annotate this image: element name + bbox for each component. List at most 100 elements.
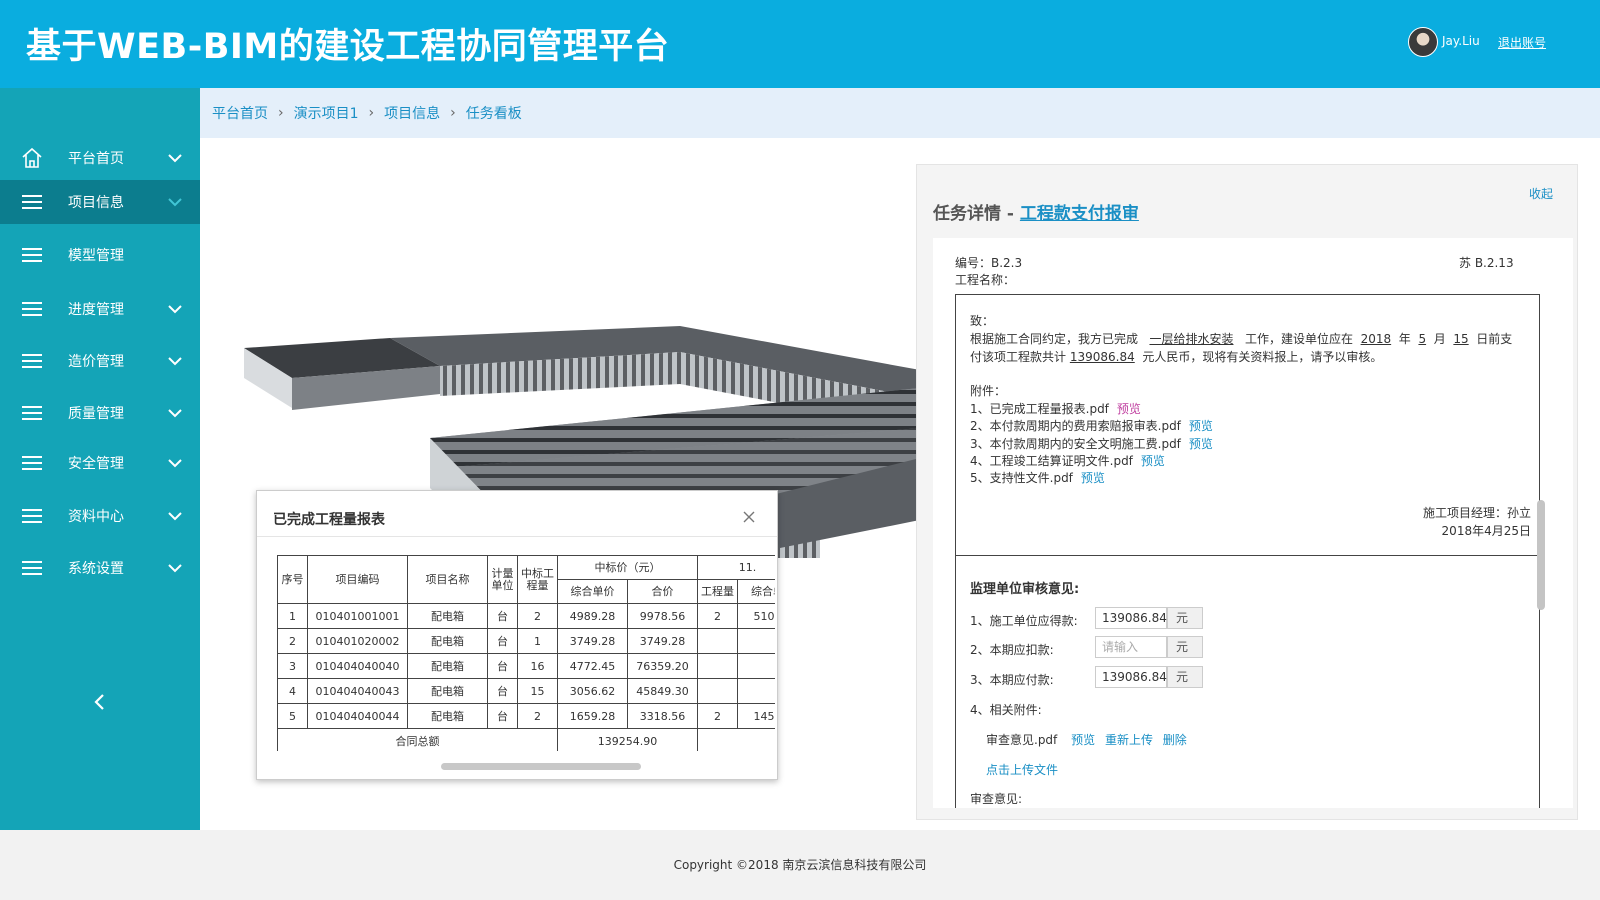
copyright: Copyright ©2018 南京云滨信息科技有限公司 (673, 858, 927, 872)
footer: Copyright ©2018 南京云滨信息科技有限公司 (0, 830, 1600, 900)
cell: 1 (277, 603, 308, 629)
top-header: 基于WEB-BIM的建设工程协同管理平台 Jay.Liu 退出账号 (0, 0, 1600, 88)
attachment-item: 4、工程竣工结算证明文件.pdf 预览 (970, 454, 1165, 468)
col-header: 序号 (277, 555, 308, 604)
reupload-link[interactable]: 重新上传 (1105, 733, 1153, 747)
chevron-left-icon[interactable] (88, 690, 112, 714)
menu-icon (20, 349, 44, 373)
preview-link[interactable]: 预览 (1071, 733, 1095, 747)
supervisor-review: 监理单位审核意见: 1、施工单位应得款: 139086.84 元 2、本期应扣款… (955, 556, 1540, 808)
total-value: 139254.90 (557, 728, 698, 751)
total-row: 合同总额 139254.90 139 (277, 728, 775, 751)
sidebar-item-label: 安全管理 (68, 456, 124, 472)
cell: 配电箱 (407, 628, 488, 654)
letter-line-1: 根据施工合同约定，我方已完成 一层给排水安装 工作，建设单位应在 2018 年 … (970, 332, 1513, 346)
table-row: 1 010401001001 配电箱 台 2 4989.28 9978.56 2… (277, 603, 775, 629)
quantity-table-scroll[interactable]: 序号 项目编码 项目名称 计量单位 中标工程量 中标价（元） 11. 综合单价 … (277, 555, 775, 751)
payment-form-document[interactable]: 编号：B.2.3 苏 B.2.13 工程名称： 致： 根据施工合同约定，我方已完… (933, 238, 1573, 808)
preview-link[interactable]: 预览 (1141, 454, 1165, 468)
col-header: 合价 (627, 579, 698, 604)
sidebar: 平台首页 项目信息 模型管理 进度管理 造价管理 质量管理 安全管理 资料中心 … (0, 88, 200, 830)
payable-input[interactable]: 139086.84 (1095, 666, 1167, 688)
letter-date: 2018年4月25日 (1441, 524, 1531, 538)
upload-file-link[interactable]: 点击上传文件 (986, 761, 1058, 778)
preview-link[interactable]: 预览 (1189, 419, 1213, 433)
menu-icon (20, 451, 44, 475)
cell: 3749.28 (627, 628, 698, 654)
cell: 010404040040 (307, 653, 408, 679)
cell: 010404040044 (307, 703, 408, 729)
sidebar-item-cost[interactable]: 造价管理 (0, 339, 200, 383)
sidebar-item-project-info[interactable]: 项目信息 (0, 180, 200, 224)
logout-link[interactable]: 退出账号 (1498, 34, 1546, 51)
table-row: 3 010404040040 配电箱 台 16 4772.45 76359.20 (277, 653, 775, 679)
sidebar-item-label: 造价管理 (68, 354, 124, 370)
preview-link[interactable]: 预览 (1081, 471, 1105, 485)
sidebar-item-label: 项目信息 (68, 195, 124, 211)
cell: 台 (487, 628, 518, 654)
sidebar-item-home[interactable]: 平台首页 (0, 136, 200, 180)
menu-icon (20, 504, 44, 528)
sidebar-item-safety[interactable]: 安全管理 (0, 441, 200, 485)
task-title-link[interactable]: 工程款支付报审 (1020, 204, 1139, 224)
horizontal-scrollbar[interactable] (441, 763, 641, 770)
contractor-due-input[interactable]: 139086.84 (1095, 607, 1167, 629)
breadcrumb-item[interactable]: 任务看板 (466, 103, 522, 123)
attachment-item: 2、本付款周期内的费用索赔报审表.pdf 预览 (970, 419, 1213, 433)
cell: 2 (517, 603, 558, 629)
cell: 010404040043 (307, 678, 408, 704)
chevron-right-icon: › (278, 105, 284, 121)
cell (737, 653, 775, 679)
unit-addon: 元 (1167, 607, 1203, 629)
cell (737, 678, 775, 704)
opinion-label: 审查意见: (970, 792, 1023, 806)
cell: 15 (517, 678, 558, 704)
close-icon[interactable] (741, 509, 757, 525)
letter-to: 致： (970, 314, 995, 328)
cell: 9978.56 (627, 603, 698, 629)
sidebar-item-model[interactable]: 模型管理 (0, 233, 200, 277)
sidebar-item-label: 模型管理 (68, 248, 124, 264)
review-label: 1、施工单位应得款: (970, 614, 1078, 628)
review-title: 监理单位审核意见: (970, 582, 1080, 597)
menu-icon (20, 243, 44, 267)
breadcrumb-item[interactable]: 演示项目1 (294, 103, 359, 123)
delete-link[interactable]: 删除 (1163, 733, 1187, 747)
sidebar-item-label: 平台首页 (68, 151, 124, 167)
sidebar-item-label: 进度管理 (68, 302, 124, 318)
col-header: 中标价（元） (557, 555, 698, 580)
preview-link[interactable]: 预览 (1117, 402, 1141, 416)
preview-link[interactable]: 预览 (1189, 437, 1213, 451)
sidebar-item-quality[interactable]: 质量管理 (0, 391, 200, 435)
collapse-link[interactable]: 收起 (1529, 185, 1553, 202)
deduction-input[interactable]: 请输入 (1095, 636, 1167, 658)
application-letter: 致： 根据施工合同约定，我方已完成 一层给排水安装 工作，建设单位应在 2018… (955, 294, 1540, 556)
amount: 139086.84 (1069, 350, 1135, 364)
attachments-label: 附件： (970, 384, 1007, 398)
user-avatar[interactable] (1408, 27, 1438, 57)
sidebar-item-label: 系统设置 (68, 561, 124, 577)
table-row: 4 010404040043 配电箱 台 15 3056.62 45849.30 (277, 678, 775, 704)
attachments-label: 4、相关附件: (970, 703, 1042, 717)
cell (697, 628, 738, 654)
breadcrumb-item[interactable]: 平台首页 (212, 103, 268, 123)
chevron-down-icon (168, 154, 182, 163)
letter-line-2: 付该项工程款共计 139086.84 元人民币，现将有关资料报上，请予以审核。 (970, 350, 1383, 364)
breadcrumb-item[interactable]: 项目信息 (384, 103, 440, 123)
col-header: 11. (697, 555, 775, 580)
sidebar-item-documents[interactable]: 资料中心 (0, 494, 200, 538)
chevron-down-icon (168, 459, 182, 468)
sidebar-item-schedule[interactable]: 进度管理 (0, 287, 200, 331)
col-header: 综合单 (737, 579, 775, 604)
sidebar-item-settings[interactable]: 系统设置 (0, 546, 200, 590)
unit-addon: 元 (1167, 636, 1203, 658)
menu-icon (20, 401, 44, 425)
cell: 配电箱 (407, 703, 488, 729)
cell: 配电箱 (407, 653, 488, 679)
cell: 5 (277, 703, 308, 729)
attachment-item: 3、本付款周期内的安全文明施工费.pdf 预览 (970, 437, 1213, 451)
vertical-scrollbar[interactable] (1537, 500, 1545, 610)
quantity-table: 序号 项目编码 项目名称 计量单位 中标工程量 中标价（元） 11. 综合单价 … (277, 555, 775, 751)
review-label: 2、本期应扣款: (970, 643, 1054, 657)
review-attachment: 审查意见.pdf 预览 重新上传 删除 (986, 733, 1187, 747)
